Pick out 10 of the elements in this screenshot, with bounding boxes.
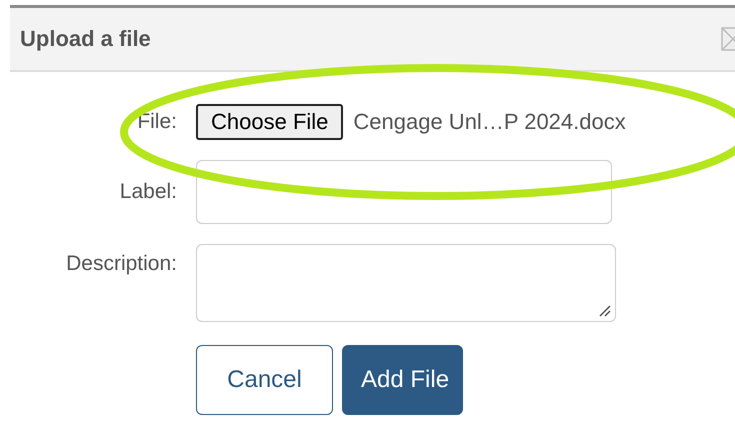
label-input-field[interactable]	[196, 160, 612, 224]
add-file-button[interactable]: Add File	[342, 345, 463, 415]
choose-file-button[interactable]: Choose File	[196, 104, 344, 140]
field-label: File:	[136, 110, 177, 134]
resize-grip-icon[interactable]	[599, 305, 611, 317]
dialog-title: Upload a file	[20, 26, 151, 52]
field-label: Label:	[118, 180, 177, 204]
field-label: Description:	[65, 251, 177, 276]
cancel-button[interactable]: Cancel	[196, 345, 333, 415]
file-name: Cengage Unl…P 2024.docx	[353, 109, 626, 135]
